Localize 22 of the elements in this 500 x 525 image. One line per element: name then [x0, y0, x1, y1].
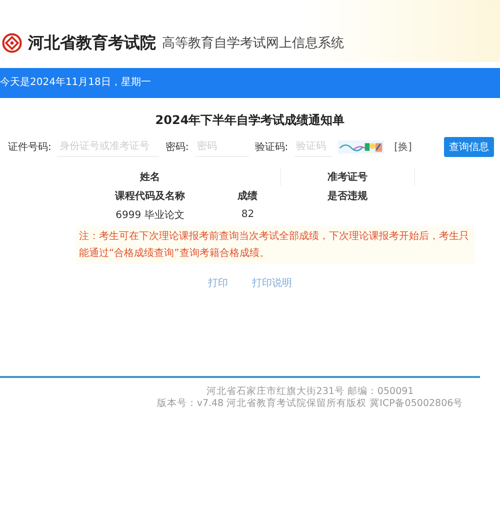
footer-text: 河北省石家庄市红旗大街231号 邮编：050091 — [206, 386, 414, 398]
column-header: 是否违规 — [280, 186, 414, 205]
search-button[interactable]: 查询信息 — [444, 137, 494, 157]
table-cell-text: 姓名 — [138, 170, 161, 184]
print-link[interactable]: 打印说明 — [252, 276, 292, 290]
org-name: 河北省教育考试院 — [28, 32, 156, 54]
print-link[interactable]: 打印 — [208, 276, 228, 290]
logo-icon — [2, 33, 22, 53]
table-cell: 准考证号 — [280, 167, 414, 186]
footer-text: 版本号：v7.48 河北省教育考试院保留所有版权 冀ICP备05002806号 — [156, 398, 464, 410]
captcha-label: 验证码: — [254, 141, 288, 154]
column-header: 课程代码及名称 — [114, 190, 186, 204]
date-bar: 今天是2024年11月18日，星期一 — [0, 68, 500, 98]
password-label: 密码: — [165, 140, 189, 154]
system-name: 高等教育自学考试网上信息系统 — [162, 34, 344, 52]
notice-text: 注：考生可在下次理论课报考前查询当次考试全部成绩，下次理论课报考开始后，考生只能通过“合格成绩查询”查询考籍合格成绩。 — [76, 226, 474, 264]
table-cell-text: 82 — [240, 208, 256, 222]
id-label: 证件号码: — [8, 141, 52, 154]
column-header: 成绩 — [215, 186, 280, 205]
page-title: 2024年下半年自学考试成绩通知单 — [154, 112, 346, 129]
refresh-link[interactable]: [换] — [394, 140, 412, 154]
table-cell-text: 6999 毕业论文 — [114, 208, 186, 222]
